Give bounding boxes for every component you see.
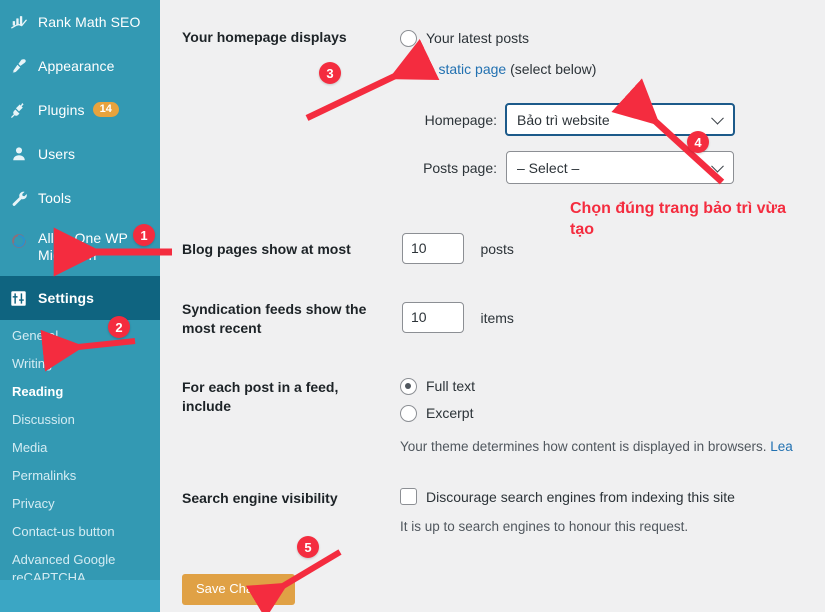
sidebar-item-rank-math-seo[interactable]: Rank Math SEO <box>0 0 160 44</box>
radio-static-prefix: A <box>426 61 439 77</box>
posts-page-select[interactable]: – Select – <box>506 151 734 184</box>
sidebar-item-label: Rank Math SEO <box>38 14 141 30</box>
sidebar-subitem-writing[interactable]: Writing <box>0 350 160 378</box>
chevron-down-icon <box>711 111 724 125</box>
radio-excerpt[interactable]: Excerpt <box>400 405 793 422</box>
radio-full-text-label: Full text <box>426 378 476 394</box>
plugins-update-badge: 14 <box>92 101 119 117</box>
search-visibility-helper: It is up to search engines to honour thi… <box>400 519 689 534</box>
row-syndication: Syndication feeds show the most recent <box>182 300 382 338</box>
blog-pages-field: 10 posts <box>402 233 514 264</box>
screen-root: Rank Math SEO Appearance Plugins 14 User… <box>0 0 825 612</box>
search-visibility-label: Search engine visibility <box>182 490 338 506</box>
syndication-unit: items <box>480 309 514 326</box>
discourage-search-engines-checkbox-row[interactable]: Discourage search engines from indexing … <box>400 488 735 505</box>
feed-include-helper: Your theme determines how content is dis… <box>400 438 793 456</box>
radio-circle-selected-icon <box>400 378 417 395</box>
sidebar-item-appearance[interactable]: Appearance <box>0 44 160 88</box>
homepage-select-value: Bảo trì website <box>517 111 610 128</box>
sidebar-item-tools[interactable]: Tools <box>0 176 160 220</box>
sidebar-subitem-media[interactable]: Media <box>0 434 160 462</box>
radio-latest-posts[interactable]: Your latest posts <box>400 30 596 47</box>
homepage-select-row: Homepage: Bảo trì website <box>405 103 805 136</box>
blog-pages-input[interactable]: 10 <box>402 233 464 264</box>
rank-math-icon <box>10 0 38 44</box>
sidebar-subitem-privacy[interactable]: Privacy <box>0 490 160 518</box>
save-changes-button[interactable]: Save Changes <box>182 574 296 605</box>
sidebar-subitem-reading[interactable]: Reading <box>0 378 160 406</box>
blog-pages-label: Blog pages show at most <box>182 241 351 257</box>
row-feed-include: For each post in a feed, include <box>182 378 362 416</box>
row-homepage-displays: Your homepage displays <box>182 28 392 47</box>
row-blog-pages: Blog pages show at most <box>182 240 392 259</box>
sidebar-subitem-permalinks[interactable]: Permalinks <box>0 462 160 490</box>
admin-sidebar: Rank Math SEO Appearance Plugins 14 User… <box>0 0 160 612</box>
radio-circle-icon <box>400 30 417 47</box>
sidebar-item-users[interactable]: Users <box>0 132 160 176</box>
sidebar-item-label: All-in-One WP Migration <box>38 230 128 263</box>
sidebar-subitem-contact-us-button[interactable]: Contact-us button <box>0 518 160 546</box>
homepage-displays-label: Your homepage displays <box>182 29 347 45</box>
annotation-badge-4: 4 <box>687 131 709 153</box>
appearance-brush-icon <box>10 44 38 88</box>
row-search-visibility: Search engine visibility <box>182 489 392 508</box>
search-visibility-field: Discourage search engines from indexing … <box>400 488 735 536</box>
save-changes-row: Save Changes <box>182 574 296 605</box>
sidebar-item-settings[interactable]: Settings <box>0 276 160 320</box>
radio-circle-icon <box>400 405 417 422</box>
users-person-icon <box>10 132 38 176</box>
posts-page-select-value: – Select – <box>517 159 580 176</box>
discourage-search-engines-label: Discourage search engines from indexing … <box>426 488 735 505</box>
feed-include-helper-text: Your theme determines how content is dis… <box>400 439 771 454</box>
syndication-label: Syndication feeds show the most recent <box>182 301 367 336</box>
homepage-select-label: Homepage: <box>424 111 497 128</box>
annotation-badge-1: 1 <box>133 224 155 246</box>
radio-static-suffix: (select below) <box>506 61 597 77</box>
annotation-badge-2: 2 <box>108 316 130 338</box>
annotation-badge-3: 3 <box>319 62 341 84</box>
feed-include-options: Full text Excerpt Your theme determines … <box>400 378 793 456</box>
sidebar-main-menu: Rank Math SEO Appearance Plugins 14 User… <box>0 0 160 320</box>
tools-wrench-icon <box>10 176 38 220</box>
sidebar-item-label: Tools <box>38 190 72 206</box>
radio-full-text[interactable]: Full text <box>400 378 793 395</box>
syndication-input[interactable]: 10 <box>402 302 464 333</box>
sidebar-item-label: Settings <box>38 290 95 306</box>
sidebar-subitem-discussion[interactable]: Discussion <box>0 406 160 434</box>
sidebar-item-label: Plugins <box>38 102 85 118</box>
feed-include-label: For each post in a feed, include <box>182 379 339 414</box>
radio-static-page[interactable]: A static page (select below) <box>400 61 596 78</box>
sidebar-item-plugins[interactable]: Plugins 14 <box>0 88 160 132</box>
sidebar-item-label: Users <box>38 146 76 162</box>
settings-submenu: General Writing Reading Discussion Media… <box>0 320 160 612</box>
settings-sliders-icon <box>10 276 38 320</box>
posts-page-select-label: Posts page: <box>423 159 497 176</box>
chevron-down-icon <box>711 159 724 173</box>
sidebar-footer-strip <box>0 580 160 612</box>
feed-learn-more-link[interactable]: Lea <box>770 439 793 454</box>
static-page-link[interactable]: static page <box>438 61 506 77</box>
plugins-plug-icon <box>10 88 38 132</box>
radio-latest-posts-label: Your latest posts <box>426 30 529 46</box>
sidebar-subitem-general[interactable]: General <box>0 322 160 350</box>
syndication-field: 10 items <box>402 302 514 333</box>
reading-settings-form: Your homepage displays Your latest posts… <box>160 0 825 612</box>
blog-pages-unit: posts <box>480 240 514 257</box>
migration-refresh-icon <box>10 220 38 276</box>
annotation-badge-5: 5 <box>297 536 319 558</box>
radio-excerpt-label: Excerpt <box>426 405 474 421</box>
radio-circle-selected-icon <box>400 61 417 78</box>
sidebar-item-label: Appearance <box>38 58 115 74</box>
checkbox-icon <box>400 488 417 505</box>
posts-page-select-row: Posts page: – Select – <box>405 151 805 184</box>
annotation-note-vietnamese: Chọn đúng trang bảo trì vừa tạo <box>570 200 787 238</box>
homepage-displays-options: Your latest posts A static page (select … <box>400 30 596 78</box>
